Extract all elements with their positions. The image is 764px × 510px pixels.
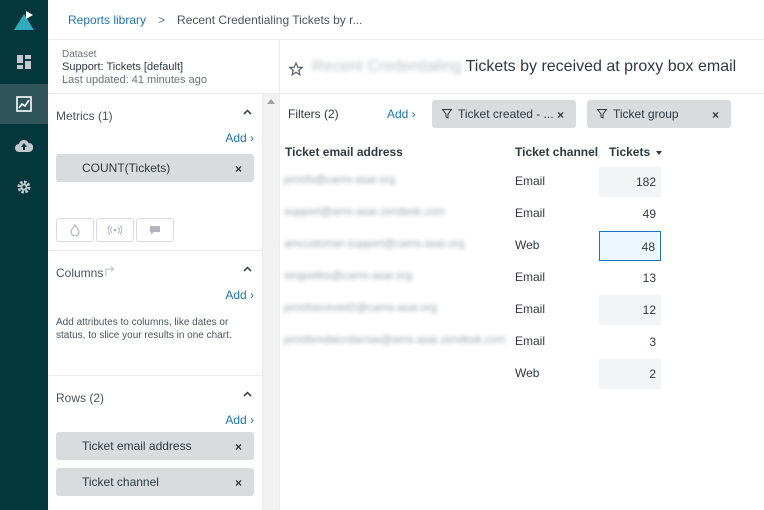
remove-metric-close-icon[interactable]: × bbox=[235, 162, 242, 176]
dashboard-icon[interactable] bbox=[0, 42, 48, 82]
table-row: proofsmdaicrdarnas@ams-asar.zendesk.com … bbox=[284, 326, 664, 358]
metrics-add-link[interactable]: Add › bbox=[225, 131, 254, 145]
filter-chip-label: Ticket created - ... bbox=[458, 107, 554, 121]
report-title-text: Tickets by received at proxy box email bbox=[465, 58, 737, 75]
filter-chip-ticket-created[interactable]: Ticket created - ... × bbox=[432, 100, 576, 128]
cell-tickets[interactable]: 49 bbox=[599, 199, 661, 229]
sort-desc-icon[interactable] bbox=[656, 150, 663, 155]
cell-tickets[interactable]: 182 bbox=[599, 167, 661, 197]
table-row: amcustomer.support@cams-asar.org Web 48 bbox=[284, 230, 664, 262]
cell-tickets[interactable]: 2 bbox=[599, 359, 661, 389]
cell-email: amcustomer.support@cams-asar.org bbox=[284, 238, 465, 250]
row-pill-channel[interactable]: Ticket channel × bbox=[56, 468, 254, 496]
table-row: proofs@cams-asar.org Email 182 bbox=[284, 166, 664, 198]
cell-channel: Web bbox=[515, 238, 540, 252]
rows-add-link[interactable]: Add › bbox=[225, 413, 254, 427]
table-row: proofseceved2@cams-asar.org Email 12 bbox=[284, 294, 664, 326]
cell-tickets[interactable]: 13 bbox=[599, 263, 661, 293]
metric-pill-label: COUNT(Tickets) bbox=[82, 161, 171, 175]
remove-row-close-icon[interactable]: × bbox=[235, 440, 242, 454]
product-logo-icon[interactable] bbox=[12, 10, 36, 32]
main-nav bbox=[0, 0, 48, 510]
row-pill-label: Ticket email address bbox=[82, 439, 192, 453]
filter-funnel-icon bbox=[597, 109, 607, 119]
collapse-chevron-up-icon[interactable] bbox=[243, 391, 252, 397]
cell-channel: Email bbox=[515, 174, 546, 188]
filter-funnel-icon bbox=[442, 109, 452, 119]
row-pill-email[interactable]: Ticket email address × bbox=[56, 432, 254, 460]
column-header-tickets-label: Tickets bbox=[609, 145, 651, 159]
table-row: Web 2 bbox=[284, 358, 664, 390]
favorite-star-icon[interactable] bbox=[289, 62, 303, 76]
dataset-updated: Last updated: 41 minutes ago bbox=[62, 74, 207, 86]
columns-help-text: Add attributes to columns, like dates or… bbox=[56, 317, 232, 341]
collapse-chevron-up-icon[interactable] bbox=[243, 266, 252, 272]
remove-filter-close-icon[interactable]: × bbox=[712, 108, 719, 122]
remove-row-close-icon[interactable]: × bbox=[235, 476, 242, 490]
panel-scrollbar[interactable] bbox=[262, 94, 279, 510]
filter-chip-label: Ticket group bbox=[613, 107, 679, 121]
filters-label: Filters (2) bbox=[288, 107, 339, 121]
metric-pill[interactable]: COUNT(Tickets) × bbox=[56, 154, 254, 182]
cell-email: proofsmdaicrdarnas@ams-asar.zendesk.com bbox=[284, 334, 506, 346]
report-title[interactable]: Recent Credentialing Tickets by received… bbox=[312, 58, 736, 76]
dataset-label: Dataset bbox=[62, 49, 97, 60]
breadcrumb: Reports library > Recent Credentialing T… bbox=[48, 0, 764, 40]
cell-tickets[interactable]: 12 bbox=[599, 295, 661, 325]
column-header-channel[interactable]: Ticket channel bbox=[515, 145, 598, 159]
filters-add-link[interactable]: Add › bbox=[387, 107, 416, 121]
cell-channel: Email bbox=[515, 270, 546, 284]
settings-gear-icon[interactable] bbox=[0, 167, 48, 207]
columns-add-link[interactable]: Add › bbox=[225, 288, 254, 302]
metrics-title: Metrics (1) bbox=[56, 109, 113, 123]
divider bbox=[280, 93, 764, 94]
broadcast-icon[interactable] bbox=[96, 218, 134, 242]
scroll-up-arrow-icon[interactable] bbox=[267, 99, 275, 104]
filter-chip-ticket-group[interactable]: Ticket group × bbox=[587, 100, 731, 128]
cell-tickets-selected[interactable]: 48 bbox=[599, 231, 661, 261]
cell-tickets[interactable]: 3 bbox=[599, 327, 661, 357]
cell-email: proofs@cams-asar.org bbox=[284, 174, 396, 186]
drop-icon[interactable] bbox=[56, 218, 94, 242]
column-header-tickets[interactable]: Tickets bbox=[609, 145, 663, 159]
collapse-chevron-up-icon[interactable] bbox=[243, 109, 252, 115]
table-row: singoofes@cams-asar.org Email 13 bbox=[284, 262, 664, 294]
reports-chart-icon[interactable] bbox=[0, 84, 48, 124]
cell-channel: Email bbox=[515, 302, 546, 316]
cloud-upload-icon[interactable] bbox=[0, 126, 48, 166]
breadcrumb-current-report: Recent Credentialing Tickets by r... bbox=[177, 12, 363, 27]
cell-email: singoofes@cams-asar.org bbox=[284, 270, 412, 282]
dataset-name[interactable]: Support: Tickets [default] bbox=[62, 61, 207, 74]
dataset-info: Dataset Support: Tickets [default] Last … bbox=[62, 48, 207, 87]
cell-channel: Web bbox=[515, 366, 540, 380]
row-pill-label: Ticket channel bbox=[82, 475, 159, 489]
columns-section: Columns Add › bbox=[48, 251, 262, 375]
remove-filter-close-icon[interactable]: × bbox=[557, 108, 564, 122]
swap-icon[interactable] bbox=[104, 265, 116, 277]
breadcrumb-separator: > bbox=[158, 12, 166, 27]
rows-title: Rows (2) bbox=[56, 391, 105, 405]
column-header-email[interactable]: Ticket email address bbox=[285, 145, 403, 159]
cell-email: proofseceved2@cams-asar.org bbox=[284, 302, 438, 314]
rows-section: Rows (2) Add › Ticket email address × Ti… bbox=[48, 376, 262, 510]
breadcrumb-reports-library-link[interactable]: Reports library bbox=[68, 13, 146, 27]
comment-icon[interactable] bbox=[136, 218, 174, 242]
cell-channel: Email bbox=[515, 334, 546, 348]
panel-divider bbox=[279, 40, 280, 510]
report-title-blurred: Recent Credentialing bbox=[312, 58, 462, 75]
cell-channel: Email bbox=[515, 206, 546, 220]
table-row: support@ams-asar.zendesk.com Email 49 bbox=[284, 198, 664, 230]
columns-title: Columns bbox=[56, 266, 104, 280]
cell-email: support@ams-asar.zendesk.com bbox=[284, 206, 445, 218]
